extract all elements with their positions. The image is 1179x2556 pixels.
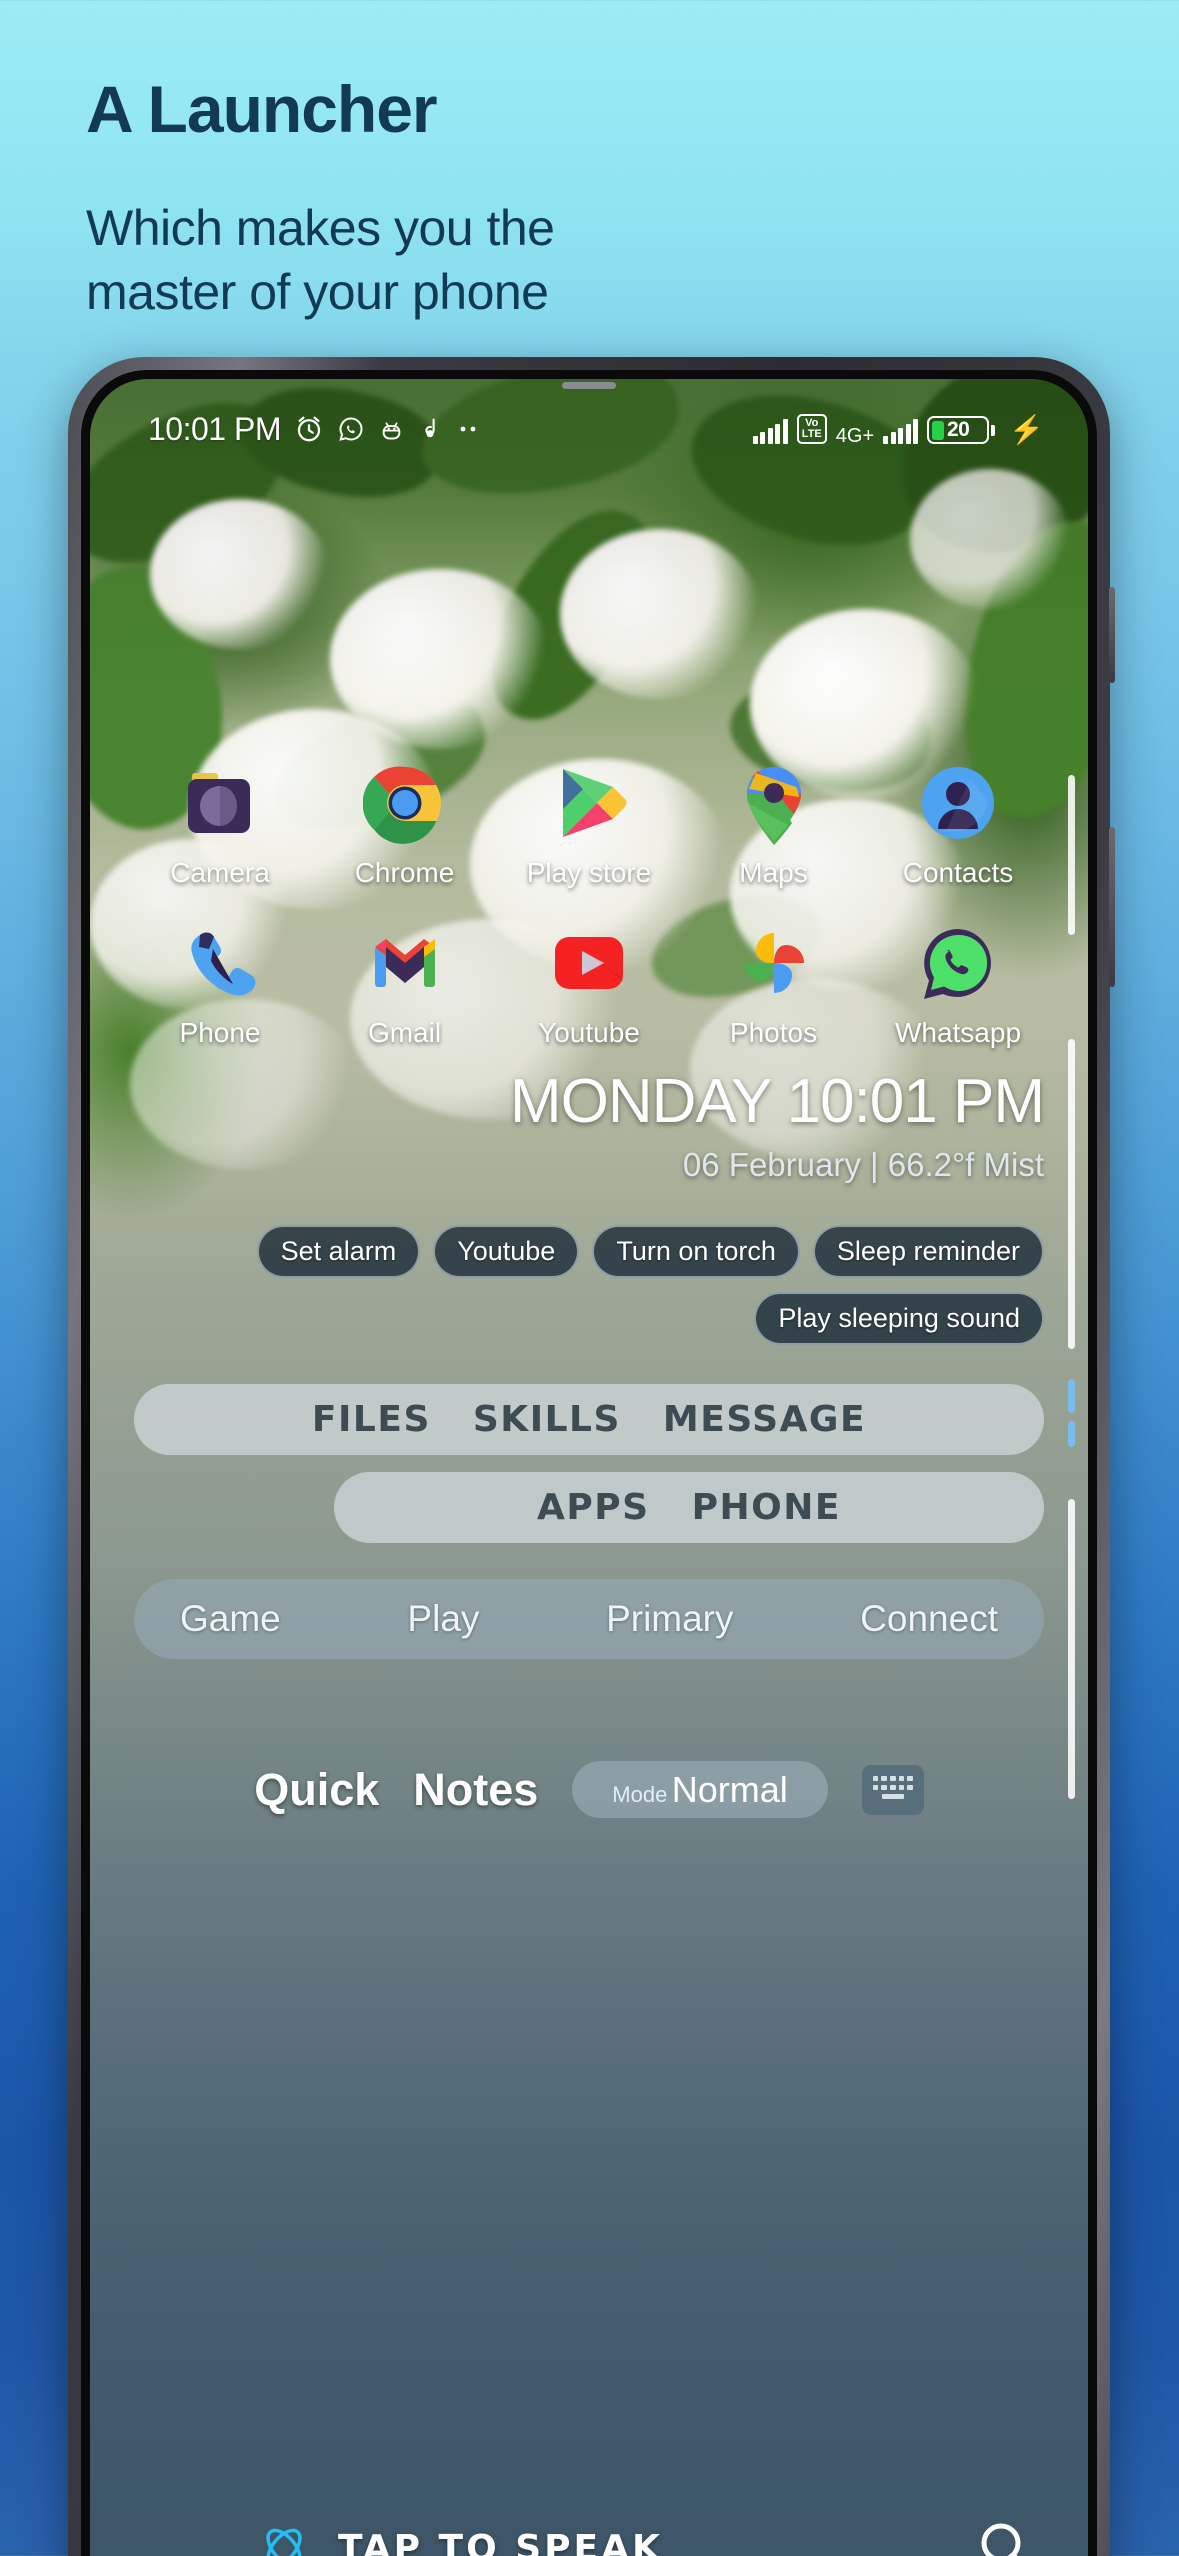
app-item-contacts[interactable]: Contacts: [874, 761, 1042, 889]
network-type: 4G+: [835, 425, 875, 447]
phone-icon: [178, 921, 262, 1005]
photos-icon: [732, 921, 816, 1005]
chip-set-alarm[interactable]: Set alarm: [256, 1225, 421, 1278]
voice-search-bar: TAP TO SPEAK: [90, 2517, 1088, 2556]
phone-side-button-power[interactable]: [1109, 827, 1115, 987]
app-label: Youtube: [538, 1017, 640, 1048]
contacts-icon: [916, 761, 1000, 845]
tiktok-note-icon: [425, 418, 435, 438]
quick-button[interactable]: Quick: [254, 1764, 379, 1816]
pill-phone[interactable]: PHONE: [692, 1487, 841, 1528]
app-item-maps[interactable]: Maps: [690, 761, 858, 889]
charging-bolt-icon: ⚡: [1009, 414, 1044, 445]
page-title: A Launcher: [86, 72, 438, 146]
pill-skills[interactable]: SKILLS: [473, 1399, 621, 1440]
app-grid: Camera Chrome Play store Maps Contacts P…: [90, 761, 1088, 1081]
category-play[interactable]: Play: [407, 1598, 479, 1640]
youtube-icon: [547, 921, 631, 1005]
app-row-2: Phone Gmail Youtube Photos Whatsapp: [136, 921, 1042, 1049]
category-bar: Game Play Primary Connect: [134, 1579, 1044, 1659]
suggestion-chip-row-1: Set alarm Youtube Turn on torch Sleep re…: [134, 1225, 1044, 1278]
camera-icon: [178, 761, 262, 845]
mode-selector[interactable]: Mode Normal: [572, 1761, 828, 1819]
chip-sleep-reminder[interactable]: Sleep reminder: [812, 1225, 1044, 1278]
category-game[interactable]: Game: [180, 1598, 281, 1640]
play-store-icon: [547, 761, 631, 845]
chip-play-sleeping-sound[interactable]: Play sleeping sound: [754, 1292, 1044, 1345]
pill-message[interactable]: MESSAGE: [663, 1399, 866, 1440]
quick-notes-row: Quick Notes Mode Normal: [90, 1761, 1088, 1819]
scroll-indicator-accent[interactable]: [1068, 1421, 1075, 1447]
shortcut-pills: FILES SKILLS MESSAGE APPS PHONE Game Pla…: [90, 1384, 1088, 1659]
clock-widget[interactable]: MONDAY 10:01 PM 06 February | 66.2°f Mis…: [90, 1069, 1088, 1184]
alarm-icon: [297, 416, 321, 442]
suggestion-chips: Set alarm Youtube Turn on torch Sleep re…: [90, 1225, 1088, 1359]
search-icon[interactable]: [974, 2517, 1036, 2556]
pill-bar-secondary: APPS PHONE: [334, 1472, 1044, 1543]
chrome-icon: [362, 761, 447, 845]
tap-to-speak-label[interactable]: TAP TO SPEAK: [338, 2528, 663, 2556]
whatsapp-icon: [339, 417, 363, 441]
suggestion-chip-row-2: Play sleeping sound: [134, 1292, 1044, 1345]
scroll-indicator-accent[interactable]: [1068, 1379, 1075, 1413]
mode-label: Mode: [612, 1782, 668, 1807]
app-label: Photos: [729, 1017, 818, 1048]
chip-youtube[interactable]: Youtube: [433, 1225, 580, 1278]
pill-bar-primary: FILES SKILLS MESSAGE: [134, 1384, 1044, 1455]
pill-apps[interactable]: APPS: [537, 1487, 650, 1528]
scroll-indicator[interactable]: [1068, 1039, 1075, 1349]
volte-icon: Vo LTE: [796, 414, 827, 444]
battery-indicator: 20: [927, 416, 996, 444]
app-item-phone[interactable]: Phone: [136, 921, 304, 1049]
earpiece-speaker: [562, 382, 616, 389]
battery-level-label: 20: [946, 418, 970, 441]
app-label: Chrome: [354, 857, 455, 888]
android-bot-icon: [382, 421, 401, 439]
app-item-whatsapp[interactable]: Whatsapp: [874, 921, 1042, 1049]
status-bar: 10:01 PM Vo LTE 4G+ 20 ⚡: [90, 403, 1088, 455]
category-connect[interactable]: Connect: [860, 1598, 998, 1640]
notes-button[interactable]: Notes: [413, 1764, 538, 1816]
whatsapp-icon: [916, 921, 1000, 1005]
phone-bezel: 10:01 PM Vo LTE 4G+ 20 ⚡ Camera Chrome P…: [81, 370, 1097, 2556]
page-subtitle: Which makes you the master of your phone: [86, 199, 555, 320]
clock-day-time: MONDAY 10:01 PM: [509, 1067, 1045, 1136]
app-item-youtube[interactable]: Youtube: [505, 921, 673, 1049]
clock-date-weather: 06 February | 66.2°f Mist: [682, 1146, 1044, 1184]
app-label: Camera: [170, 857, 270, 888]
app-item-photos[interactable]: Photos: [690, 921, 858, 1049]
phone-side-button-volume[interactable]: [1109, 587, 1115, 683]
signal-bars-sim2-icon: [883, 419, 919, 444]
promo-text-block: A Launcher Which makes you the master of…: [0, 0, 1179, 324]
app-item-camera[interactable]: Camera: [136, 761, 304, 889]
app-label: Play store: [526, 857, 652, 888]
app-label: Contacts: [902, 857, 1014, 888]
chip-turn-on-torch[interactable]: Turn on torch: [592, 1225, 800, 1278]
phone-screen: 10:01 PM Vo LTE 4G+ 20 ⚡ Camera Chrome P…: [90, 379, 1088, 2556]
maps-icon: [732, 761, 816, 845]
app-item-play-store[interactable]: Play store: [505, 761, 673, 889]
status-bar-time: 10:01 PM: [148, 410, 281, 447]
scroll-indicator[interactable]: [1068, 775, 1075, 935]
app-item-chrome[interactable]: Chrome: [321, 761, 489, 889]
app-label: Whatsapp: [894, 1017, 1022, 1048]
phone-mockup: 10:01 PM Vo LTE 4G+ 20 ⚡ Camera Chrome P…: [68, 357, 1115, 2556]
pill-files[interactable]: FILES: [312, 1399, 431, 1440]
category-primary[interactable]: Primary: [606, 1598, 733, 1640]
app-row-1: Camera Chrome Play store Maps Contacts: [136, 761, 1042, 889]
gmail-icon: [363, 921, 447, 1005]
atom-assistant-icon[interactable]: [256, 2520, 312, 2556]
scroll-indicator[interactable]: [1068, 1499, 1075, 1799]
app-label: Gmail: [367, 1017, 442, 1048]
keyboard-icon[interactable]: [861, 1764, 924, 1815]
mode-value: Normal: [671, 1769, 788, 1810]
app-label: Phone: [179, 1017, 261, 1048]
signal-bars-sim1-icon: [752, 419, 788, 444]
app-item-gmail[interactable]: Gmail: [321, 921, 489, 1049]
more-dots-icon: [460, 426, 476, 432]
app-label: Maps: [739, 857, 808, 888]
